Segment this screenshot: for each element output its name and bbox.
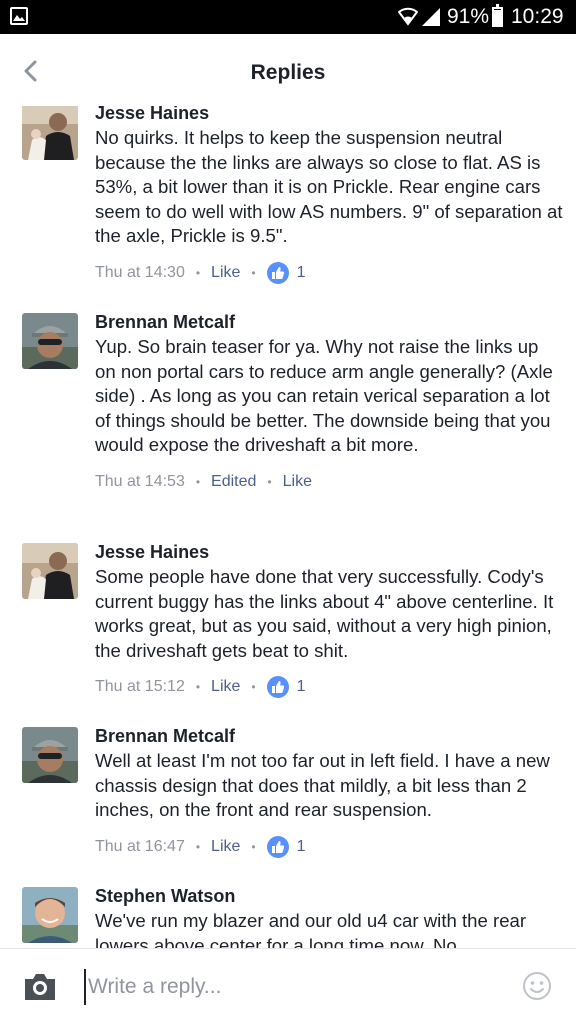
reply-meta: Thu at 15:12 • Like • 1 bbox=[95, 675, 563, 699]
reply-text: Well at least I'm not too far out in lef… bbox=[95, 750, 550, 820]
reply-body: Jesse Haines No quirks. It helps to keep… bbox=[95, 106, 563, 285]
separator-dot: • bbox=[251, 680, 256, 694]
clock: 10:29 bbox=[511, 5, 564, 28]
thumbs-up-icon[interactable] bbox=[266, 835, 289, 858]
author-name[interactable]: Jesse Haines bbox=[95, 541, 563, 563]
page-title: Replies bbox=[250, 61, 326, 84]
like-button[interactable]: Like bbox=[211, 678, 240, 696]
reply-body: Brennan Metcalf Well at least I'm not to… bbox=[95, 725, 563, 859]
avatar[interactable] bbox=[22, 543, 78, 599]
battery-percentage: 91% bbox=[447, 5, 490, 28]
header: Replies bbox=[0, 34, 576, 106]
reply-body: Jesse Haines Some people have done that … bbox=[95, 541, 563, 699]
reply-meta: Thu at 16:47 • Like • 1 bbox=[95, 835, 563, 859]
like-button[interactable]: Like bbox=[211, 838, 240, 856]
signal-icon bbox=[422, 8, 440, 26]
reply-text: We've run my blazer and our old u4 car w… bbox=[95, 910, 527, 948]
like-button[interactable]: Like bbox=[283, 473, 312, 491]
edited-link[interactable]: Edited bbox=[211, 473, 256, 491]
reply-composer bbox=[0, 948, 576, 1024]
reply-text: No quirks. It helps to keep the suspensi… bbox=[95, 127, 563, 246]
separator-dot: • bbox=[195, 265, 201, 280]
author-name[interactable]: Jesse Haines bbox=[95, 106, 563, 124]
reply-body: Brennan Metcalf Yup. So brain teaser for… bbox=[95, 311, 563, 494]
separator-dot: • bbox=[195, 474, 201, 489]
separator-dot: • bbox=[251, 839, 256, 854]
avatar[interactable] bbox=[22, 727, 78, 783]
replies-list: Jesse Haines No quirks. It helps to keep… bbox=[0, 106, 576, 948]
reply-timestamp: Thu at 15:12 bbox=[95, 678, 185, 695]
separator-dot: • bbox=[195, 680, 201, 694]
separator-dot: • bbox=[267, 474, 272, 489]
emoji-icon[interactable] bbox=[522, 971, 552, 1001]
gallery-notification-icon bbox=[10, 7, 28, 25]
reply-timestamp: Thu at 16:47 bbox=[95, 837, 185, 855]
author-name[interactable]: Brennan Metcalf bbox=[95, 725, 563, 747]
reply-text: Yup. So brain teaser for ya. Why not rai… bbox=[95, 336, 553, 455]
avatar[interactable] bbox=[22, 313, 78, 369]
reply-meta: Thu at 14:30 • Like • 1 bbox=[95, 261, 563, 285]
author-name[interactable]: Stephen Watson bbox=[95, 885, 563, 907]
reply-timestamp: Thu at 14:53 bbox=[95, 472, 185, 490]
reply-text: Some people have done that very successf… bbox=[95, 566, 554, 661]
status-bar: 91% 10:29 bbox=[0, 0, 576, 34]
reply-body: Stephen Watson We've run my blazer and o… bbox=[95, 885, 563, 948]
wifi-icon bbox=[398, 7, 418, 26]
battery-icon bbox=[492, 4, 503, 27]
avatar[interactable] bbox=[22, 106, 78, 160]
like-count[interactable]: 1 bbox=[297, 838, 306, 856]
author-name[interactable]: Brennan Metcalf bbox=[95, 311, 563, 333]
like-count[interactable]: 1 bbox=[297, 678, 306, 696]
replies-sheet: Replies Jesse Haines No quirks. It helps… bbox=[0, 34, 576, 1024]
camera-icon[interactable] bbox=[22, 969, 58, 1005]
reply-meta: Thu at 14:53 • Edited • Like bbox=[95, 470, 563, 494]
like-button[interactable]: Like bbox=[211, 264, 240, 282]
thumbs-up-icon[interactable] bbox=[266, 676, 289, 698]
avatar[interactable] bbox=[22, 887, 78, 943]
reply-input[interactable] bbox=[84, 969, 504, 1005]
like-count[interactable]: 1 bbox=[297, 264, 306, 282]
thumbs-up-icon[interactable] bbox=[266, 261, 289, 284]
separator-dot: • bbox=[195, 839, 201, 854]
reply-timestamp: Thu at 14:30 bbox=[95, 263, 185, 281]
separator-dot: • bbox=[251, 265, 256, 280]
